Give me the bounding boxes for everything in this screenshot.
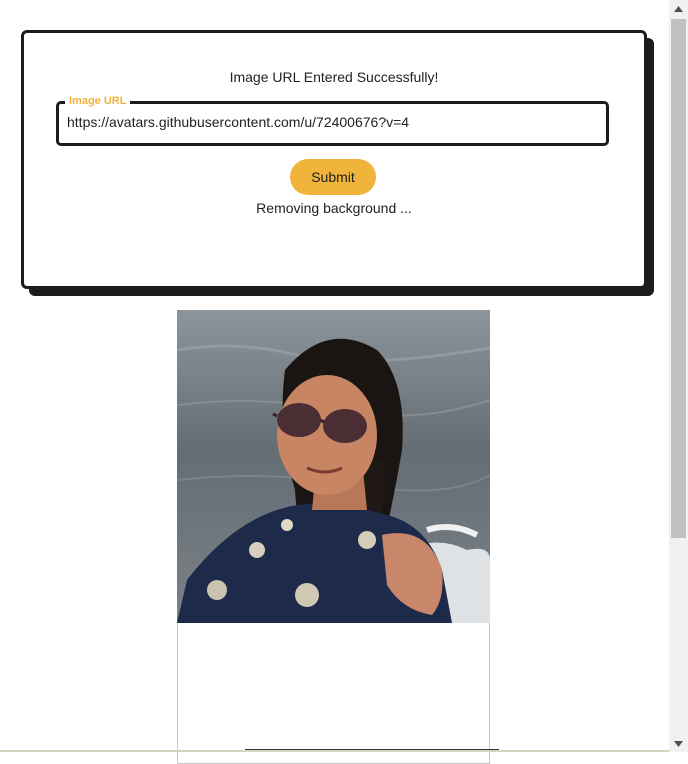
status-message: Image URL Entered Successfully! [229, 69, 439, 85]
uploaded-photo [177, 310, 490, 623]
chevron-down-icon[interactable] [669, 735, 688, 752]
image-url-label: Image URL [65, 95, 131, 107]
url-form-card: Image URL Entered Successfully! Image UR… [21, 30, 647, 289]
chevron-up-icon[interactable] [669, 0, 688, 17]
vertical-scrollbar[interactable] [669, 0, 688, 752]
result-image-placeholder [177, 623, 490, 764]
submit-button[interactable]: Submit [290, 159, 376, 195]
scrollbar-thumb[interactable] [671, 19, 686, 538]
image-url-input[interactable] [67, 114, 597, 130]
progress-message: Removing background ... [256, 200, 412, 216]
image-url-field[interactable]: Image URL [56, 95, 609, 146]
page-viewport: Image URL Entered Successfully! Image UR… [0, 0, 669, 764]
